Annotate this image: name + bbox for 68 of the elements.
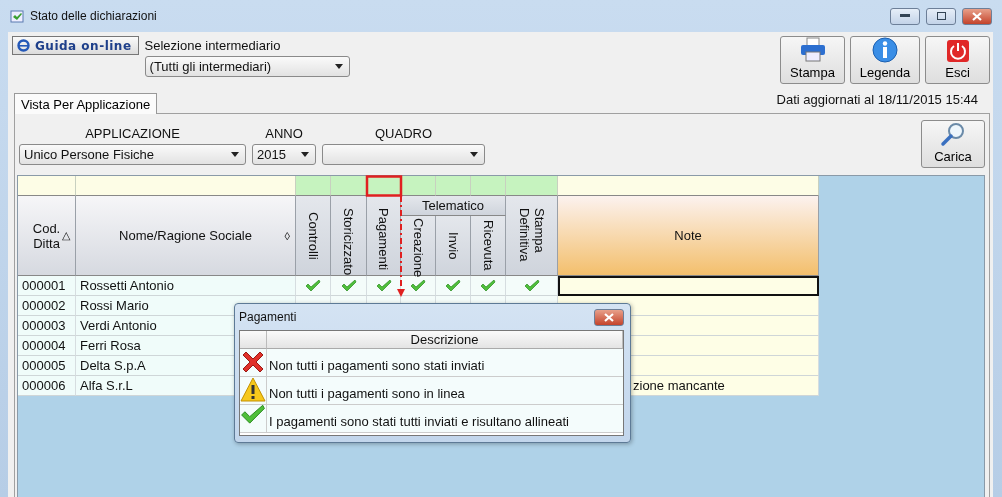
header-band-cell xyxy=(331,176,367,196)
tab[interactable]: Vista Per Applicazione xyxy=(14,93,158,114)
legend-text: I pagamenti sono stati tutti inviati e risultano allineati xyxy=(267,405,623,433)
table-cell: 000005 xyxy=(18,356,76,376)
column-header[interactable]: Storicizzato xyxy=(331,196,367,276)
legend-text: Non tutti i pagamenti sono in linea xyxy=(267,377,623,405)
column-header[interactable]: Invio xyxy=(436,216,471,276)
printer-icon xyxy=(799,37,826,63)
column-group-header: Telematico xyxy=(401,196,506,216)
field-label: ANNO xyxy=(264,126,304,141)
field-label: QUADRO xyxy=(373,126,434,141)
column-header[interactable]: Stampa Definitiva xyxy=(506,196,558,276)
column-header[interactable]: Controlli xyxy=(296,196,331,276)
field-label: Selezione intermediario xyxy=(144,38,282,53)
table-cell: Rossetti Antonio xyxy=(76,276,296,296)
sort-indicator[interactable]: △ xyxy=(62,229,70,242)
header-band-cell xyxy=(436,176,471,196)
field-label: APPLICAZIONE xyxy=(84,126,181,141)
header-band-cell xyxy=(471,176,506,196)
caret-icon xyxy=(231,152,239,157)
caret-icon xyxy=(301,152,309,157)
table-cell: 000004 xyxy=(18,336,76,356)
table-cell: 000001 xyxy=(18,276,76,296)
header-band-cell xyxy=(296,176,331,196)
warning-icon xyxy=(240,377,266,403)
legend-button[interactable]: Legenda xyxy=(850,36,920,84)
column-header[interactable]: Pagamenti xyxy=(367,196,401,276)
close-button[interactable] xyxy=(962,7,992,25)
header-band-cell xyxy=(506,176,558,196)
intermediary-dropdown[interactable]: (Tutti gli intermediari) xyxy=(144,56,350,77)
minimize-icon xyxy=(900,14,910,18)
update-timestamp: Dati aggiornati al 18/11/2015 15:44 xyxy=(776,92,978,107)
maximize-button[interactable] xyxy=(926,7,956,25)
minimize-button[interactable] xyxy=(890,7,920,25)
header-band-cell xyxy=(401,176,436,196)
window-title: Stato delle dichiarazioni xyxy=(30,9,158,23)
column-header[interactable]: Creazione xyxy=(401,216,436,276)
column-header[interactable]: Note xyxy=(558,196,819,276)
table-cell: 000002 xyxy=(18,296,76,316)
magnifier-icon xyxy=(940,121,966,147)
column-header xyxy=(240,331,267,349)
table-cell: 000003 xyxy=(18,316,76,336)
filter-dropdown[interactable]: 2015 xyxy=(252,144,316,165)
column-header: Descrizione xyxy=(267,331,623,349)
caret-icon xyxy=(334,64,343,69)
filter-dropdown[interactable] xyxy=(322,144,485,165)
header-band-cell xyxy=(18,176,76,196)
column-header[interactable]: Ricevuta xyxy=(471,216,506,276)
table-cell: 000006 xyxy=(18,376,76,396)
legend-text: Non tutti i pagamenti sono stati inviati xyxy=(267,349,623,377)
caret-icon xyxy=(470,152,478,157)
cross-icon xyxy=(240,349,266,375)
exit-button[interactable]: Esci xyxy=(925,36,990,84)
help-button[interactable]: Guida on-line xyxy=(12,36,139,55)
close-icon xyxy=(972,11,982,21)
print-button[interactable]: Stampa xyxy=(780,36,845,84)
info-icon xyxy=(872,37,898,63)
note-text: zione mancante xyxy=(632,378,725,393)
close-button[interactable] xyxy=(594,308,624,326)
power-icon xyxy=(945,39,970,63)
filter-dropdown[interactable]: Unico Persone Fisiche xyxy=(19,144,246,165)
close-icon xyxy=(604,312,614,322)
selected-note-cell[interactable] xyxy=(558,276,819,296)
load-button[interactable]: Carica xyxy=(921,120,985,168)
column-header[interactable]: Nome/Ragione Sociale ◊ xyxy=(76,196,296,276)
maximize-icon xyxy=(936,12,946,20)
check-icon xyxy=(240,405,266,425)
sort-indicator[interactable]: ◊ xyxy=(284,229,290,242)
